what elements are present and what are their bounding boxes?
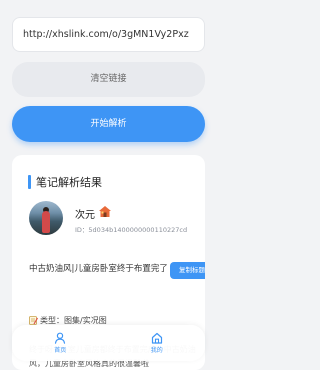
house-icon <box>99 206 111 217</box>
clear-link-button[interactable]: 清空链接 <box>12 62 205 97</box>
start-parse-button[interactable]: 开始解析 <box>12 106 205 142</box>
tab-home[interactable]: 首页 <box>12 325 109 361</box>
tab-home-label: 首页 <box>54 347 67 354</box>
author-id: ID：5d034b1400000000110227cd <box>75 226 188 234</box>
author-name: 次元 <box>75 210 95 221</box>
home-icon <box>151 332 162 344</box>
bottom-tab-bar: 首页 我的 <box>12 325 205 361</box>
person-icon <box>55 332 66 344</box>
memo-icon <box>29 316 38 325</box>
avatar <box>29 201 63 235</box>
url-input[interactable]: http://xhslink.com/o/3gMN1Vy2Pxz <box>12 17 205 52</box>
section-title: 笔记解析结果 <box>36 176 102 189</box>
page: http://xhslink.com/o/3gMN1Vy2Pxz 清空链接 开始… <box>0 0 217 370</box>
tab-mine[interactable]: 我的 <box>109 325 206 361</box>
avatar-figure-body <box>42 211 50 233</box>
tab-mine-label: 我的 <box>150 347 163 354</box>
copy-title-button[interactable]: 复制标题 <box>170 262 205 279</box>
note-title: 中古奶油风|儿童房卧室终于布置完了 <box>29 264 168 274</box>
section-accent-bar <box>28 175 31 189</box>
